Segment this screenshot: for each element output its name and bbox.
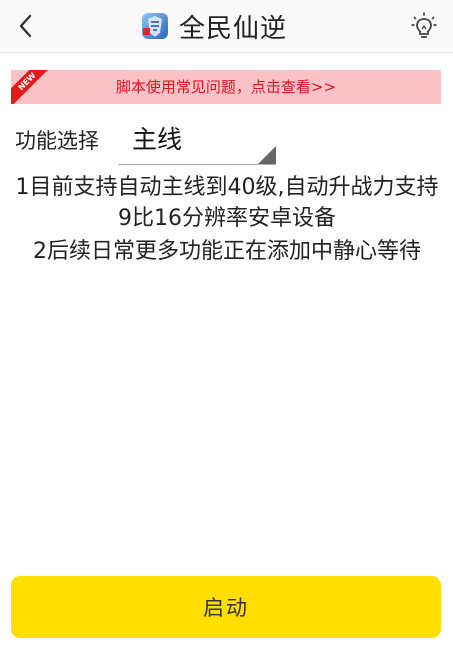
back-button[interactable] bbox=[8, 8, 44, 44]
chevron-left-icon bbox=[19, 14, 32, 38]
top-bar: 全民仙逆 bbox=[0, 0, 453, 53]
dropdown-arrow-icon bbox=[258, 146, 276, 164]
page-title: 全民仙逆 bbox=[179, 13, 288, 44]
app-logo bbox=[140, 11, 170, 41]
info-line: 2后续日常更多功能正在添加中静心等待 bbox=[33, 239, 421, 264]
idea-button[interactable] bbox=[407, 9, 441, 43]
start-button-label: 启动 bbox=[203, 596, 249, 620]
function-select-value: 主线 bbox=[132, 125, 183, 154]
faq-notice-text: 脚本使用常见问题，点击查看>> bbox=[115, 78, 337, 96]
start-button[interactable]: 启动 bbox=[11, 576, 441, 638]
info-text: 1目前支持自动主线到40级,自动升战力支持9比16分辨率安卓设备 2后续日常更多… bbox=[12, 172, 442, 269]
lightbulb-icon bbox=[411, 12, 437, 38]
function-select-dropdown[interactable]: 主线 bbox=[118, 120, 276, 165]
function-select-label: 功能选择 bbox=[15, 129, 99, 153]
title-group: 全民仙逆 bbox=[140, 7, 287, 45]
faq-notice-banner[interactable]: NEW 脚本使用常见问题，点击查看>> bbox=[11, 70, 441, 104]
info-line: 1目前支持自动主线到40级,自动升战力支持9比16分辨率安卓设备 bbox=[15, 175, 439, 231]
